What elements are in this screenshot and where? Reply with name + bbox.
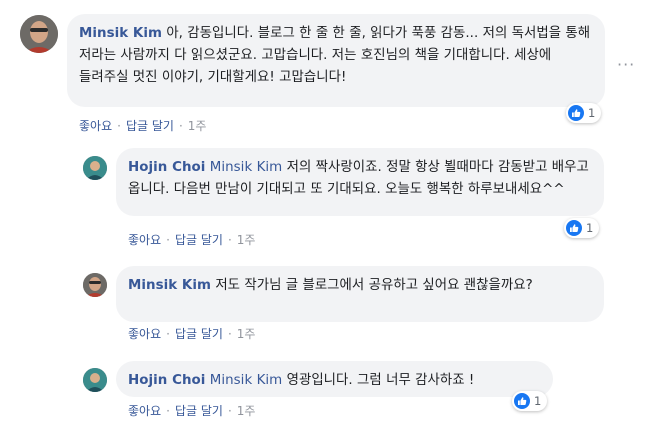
reaction-summary[interactable]: 1 [566, 103, 602, 123]
reaction-count: 1 [588, 106, 596, 120]
thumbs-up-icon [566, 220, 582, 236]
comment-timestamp[interactable]: 1주 [237, 327, 256, 341]
avatar-minsik-kim[interactable] [83, 273, 107, 297]
comment-bubble-4: Hojin Choi Minsik Kim 영광입니다. 그럼 너무 감사하죠 … [116, 361, 553, 397]
thumbs-up-icon [568, 105, 584, 121]
comment-bubble-1: Minsik Kim 아, 감동입니다. 블로그 한 줄 한 줄, 읽다가 푹풍… [67, 14, 605, 107]
avatar-photo-icon [83, 156, 107, 180]
comment-actions: 좋아요 · 답글 달기 · 1주 [128, 402, 255, 419]
like-link[interactable]: 좋아요 [128, 233, 161, 247]
avatar-photo-icon [83, 368, 107, 392]
comment-timestamp[interactable]: 1주 [237, 404, 256, 418]
reaction-count: 1 [586, 221, 594, 235]
comment-author[interactable]: Minsik Kim [128, 278, 211, 293]
mention-link[interactable]: Minsik Kim [210, 160, 283, 175]
separator: · [227, 327, 232, 341]
comment-author[interactable]: Minsik Kim [79, 26, 162, 41]
reply-link[interactable]: 답글 달기 [175, 233, 223, 247]
comment-author[interactable]: Hojin Choi [128, 160, 205, 175]
reply-link[interactable]: 답글 달기 [126, 119, 174, 133]
reply-link[interactable]: 답글 달기 [175, 327, 223, 341]
separator: · [178, 119, 183, 133]
comment-actions: 좋아요 · 답글 달기 · 1주 [128, 231, 255, 248]
comment-actions: 좋아요 · 답글 달기 · 1주 [79, 117, 206, 134]
comment-actions: 좋아요 · 답글 달기 · 1주 [128, 325, 255, 342]
more-options-icon[interactable]: ··· [617, 57, 635, 73]
reaction-summary[interactable]: 1 [564, 218, 600, 238]
avatar-photo-icon [20, 15, 58, 53]
comment-timestamp[interactable]: 1주 [188, 119, 207, 133]
like-link[interactable]: 좋아요 [79, 119, 112, 133]
separator: · [117, 119, 121, 133]
avatar-hojin-choi[interactable] [83, 368, 107, 392]
comment-bubble-2: Hojin Choi Minsik Kim 저의 짝사랑이죠. 정말 항상 뵐때… [116, 148, 604, 216]
comment-text: 영광입니다. 그럼 너무 감사하죠 ! [286, 373, 475, 388]
avatar-minsik-kim[interactable] [20, 15, 58, 53]
comment-author[interactable]: Hojin Choi [128, 373, 205, 388]
separator: · [166, 327, 170, 341]
separator: · [227, 404, 232, 418]
comment-bubble-3: Minsik Kim 저도 작가님 글 블로그에서 공유하고 싶어요 괜찮을까요… [116, 266, 604, 322]
mention-link[interactable]: Minsik Kim [210, 373, 283, 388]
separator: · [166, 404, 170, 418]
like-link[interactable]: 좋아요 [128, 327, 161, 341]
reaction-count: 1 [534, 394, 542, 408]
separator: · [166, 233, 170, 247]
reaction-summary[interactable]: 1 [512, 391, 548, 411]
thumbs-up-icon [514, 393, 530, 409]
comment-timestamp[interactable]: 1주 [237, 233, 256, 247]
avatar-photo-icon [83, 273, 107, 297]
reply-link[interactable]: 답글 달기 [175, 404, 223, 418]
avatar-hojin-choi[interactable] [83, 156, 107, 180]
separator: · [227, 233, 232, 247]
like-link[interactable]: 좋아요 [128, 404, 161, 418]
comment-text: 저도 작가님 글 블로그에서 공유하고 싶어요 괜찮을까요? [215, 278, 533, 293]
